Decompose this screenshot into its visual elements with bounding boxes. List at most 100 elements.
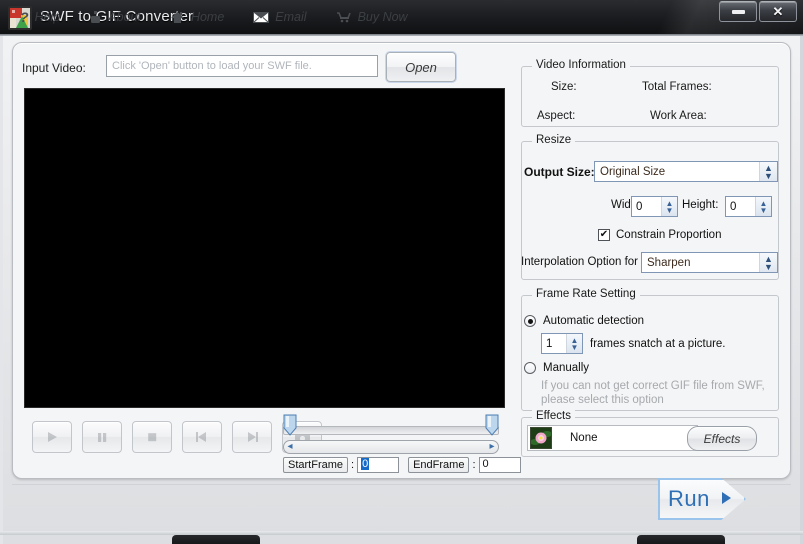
size-label: Size:	[551, 81, 577, 93]
frame-range-row: StartFrame : 0 EndFrame : 0	[283, 457, 521, 473]
about-label: About	[108, 10, 141, 24]
question-mark-icon: ?	[20, 9, 29, 25]
minimize-icon	[731, 9, 745, 14]
bottom-bar-items: ? Help About Home Email Buy Now	[20, 9, 408, 25]
envelope-icon	[253, 11, 270, 23]
home-item[interactable]: Home	[170, 10, 224, 24]
flower-thumbnail-svg	[531, 428, 551, 448]
envelope-svg	[253, 11, 270, 23]
start-frame-button[interactable]: StartFrame	[283, 457, 349, 473]
timeline-start-handle[interactable]	[283, 414, 297, 436]
output-size-chevron-icon[interactable]: ▲ ▼	[759, 162, 777, 181]
automatic-detection-label: Automatic detection	[543, 315, 645, 327]
total-frames-label: Total Frames:	[642, 81, 712, 93]
minimize-button[interactable]	[719, 1, 757, 22]
close-button[interactable]: ✕	[759, 1, 797, 22]
timeline-track[interactable]	[283, 426, 499, 435]
checkmark-icon: ✔	[599, 229, 609, 240]
width-stepper[interactable]: 0 ▲ ▼	[631, 196, 678, 217]
pause-icon	[98, 433, 107, 442]
end-frame-button[interactable]: EndFrame	[408, 457, 470, 473]
timeline-end-handle[interactable]	[485, 414, 499, 436]
email-label: Email	[275, 10, 307, 24]
house-icon	[170, 11, 185, 24]
end-frame-input[interactable]: 0	[478, 457, 521, 473]
next-frame-icon	[248, 432, 258, 442]
frames-per-snatch-stepper[interactable]: 1 ▲ ▼	[541, 333, 583, 354]
frames-per-snatch-value: 1	[546, 337, 553, 350]
stop-button[interactable]	[132, 421, 172, 453]
timeline: ◂ ▸ StartFrame : 0 EndFrame : 0	[283, 411, 521, 473]
frames-per-snatch-suffix: frames snatch at a picture.	[590, 338, 726, 350]
automatic-detection-radio[interactable]	[524, 315, 536, 327]
scroll-right-icon[interactable]: ▸	[488, 442, 496, 452]
transport-controls	[32, 421, 322, 453]
email-item[interactable]: Email	[253, 10, 307, 24]
play-button[interactable]	[32, 421, 72, 453]
end-frame-value: 0	[482, 458, 489, 470]
pause-button[interactable]	[82, 421, 122, 453]
effects-button[interactable]: Effects	[687, 426, 757, 451]
home-label: Home	[190, 10, 225, 24]
width-spinner-icon[interactable]: ▲ ▼	[661, 197, 677, 216]
frame-rate-legend: Frame Rate Setting	[532, 288, 640, 300]
previous-frame-icon	[196, 432, 206, 442]
frames-spinner-icon[interactable]: ▲ ▼	[566, 334, 582, 353]
end-frame-colon: :	[472, 459, 476, 471]
interpolation-select[interactable]: Sharpen ▲ ▼	[641, 252, 778, 273]
title-bar-underline	[0, 34, 803, 36]
aspect-label: Aspect:	[537, 110, 576, 122]
start-frame-colon: :	[351, 459, 355, 471]
scroll-left-icon[interactable]: ◂	[286, 442, 294, 452]
house-svg	[170, 11, 184, 23]
next-frame-button[interactable]	[232, 421, 272, 453]
constrain-proportion-label: Constrain Proportion	[616, 229, 722, 241]
run-button[interactable]: Run	[658, 478, 746, 520]
resize-legend: Resize	[532, 134, 576, 146]
window-controls: ✕	[719, 1, 797, 22]
manually-row[interactable]: Manually	[524, 362, 589, 374]
previous-frame-button[interactable]	[182, 421, 222, 453]
effect-thumbnail-icon	[530, 427, 552, 449]
start-frame-input[interactable]: 0	[357, 457, 400, 473]
effects-legend: Effects	[532, 410, 575, 422]
effects-field[interactable]: None	[527, 425, 698, 451]
buy-now-item[interactable]: Buy Now	[336, 10, 408, 24]
height-spinner-icon[interactable]: ▲ ▼	[755, 197, 771, 216]
constrain-proportion-checkbox[interactable]: ✔	[598, 229, 610, 241]
manually-note: If you can not get correct GIF file from…	[541, 380, 765, 406]
start-frame-value: 0	[361, 458, 370, 470]
shopping-cart-icon	[336, 11, 352, 23]
help-item[interactable]: ? Help	[20, 9, 60, 25]
automatic-detection-row[interactable]: Automatic detection	[524, 315, 644, 327]
manually-radio[interactable]	[524, 362, 536, 374]
info-person-svg	[91, 10, 101, 23]
timeline-scrollbar[interactable]: ◂ ▸	[283, 440, 499, 454]
constrain-proportion-row[interactable]: ✔ Constrain Proportion	[598, 229, 721, 241]
height-label: Height:	[682, 199, 719, 211]
work-area-label: Work Area:	[650, 110, 707, 122]
height-value: 0	[730, 200, 737, 213]
help-label: Help	[34, 10, 61, 24]
interpolation-chevron-icon[interactable]: ▲ ▼	[759, 253, 777, 272]
video-preview[interactable]	[24, 88, 505, 408]
output-size-value: Original Size	[600, 165, 666, 178]
input-video-label: Input Video:	[22, 61, 86, 75]
close-icon: ✕	[772, 4, 784, 19]
buy-now-label: Buy Now	[357, 10, 408, 24]
radio-dot-icon	[527, 318, 533, 324]
output-size-select[interactable]: Original Size ▲ ▼	[594, 161, 778, 182]
input-video-field[interactable]	[106, 55, 378, 77]
output-size-label: Output Size:	[524, 165, 595, 179]
start-handle-icon	[283, 414, 297, 436]
about-item[interactable]: About	[89, 10, 141, 24]
height-stepper[interactable]: 0 ▲ ▼	[725, 196, 772, 217]
play-icon	[48, 432, 57, 442]
effects-selected-value: None	[570, 432, 598, 444]
run-button-label: Run	[668, 486, 710, 511]
stop-icon	[148, 433, 157, 442]
info-person-icon	[89, 10, 102, 24]
end-handle-icon	[485, 414, 499, 436]
cart-svg	[336, 12, 351, 23]
open-button[interactable]: Open	[386, 52, 456, 82]
